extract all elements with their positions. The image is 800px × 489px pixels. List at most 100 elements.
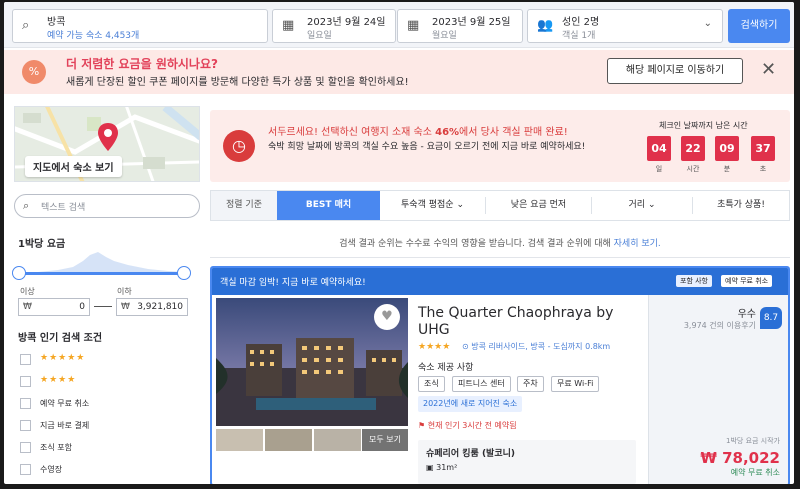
room-offer[interactable]: 슈페리어 킹룸 (발코니) ▣ 31m² <box>418 440 636 484</box>
tab-lowest-price[interactable]: 낮은 요금 먼저 <box>486 191 591 220</box>
facilities-title: 숙소 제공 사항 <box>418 363 474 373</box>
page: ⌕ 방콕 예약 가능 숙소 4,453개 ▦ 2023년 9월 24일 일요일 … <box>4 2 794 484</box>
review-count[interactable]: 3,974 건의 이용후기 <box>684 320 756 331</box>
filter-checkbox-free-cancel[interactable] <box>20 398 31 409</box>
facility-chip-fitness: 피트니스 센터 <box>452 376 511 392</box>
checkout-field[interactable]: ▦ 2023년 9월 25일 월요일 <box>397 9 523 43</box>
currency-symbol: ₩ <box>121 302 130 312</box>
checkout-day: 월요일 <box>432 31 457 41</box>
text-search-input[interactable]: ⌕ 텍스트 검색 <box>14 194 200 218</box>
promo-go-button[interactable]: 해당 페이지로 이동하기 <box>607 58 743 84</box>
search-button[interactable]: 검색하기 <box>728 9 790 43</box>
checkout-date: 2023년 9월 25일 <box>432 17 511 28</box>
tab-distance[interactable]: 거리 ⌄ <box>592 191 692 220</box>
min-price-input[interactable]: ₩ 0 <box>18 298 90 316</box>
room-price[interactable]: ₩ 78,022 <box>700 449 780 467</box>
price-title: 1박당 요금 <box>18 239 66 250</box>
max-label: 이하 <box>117 287 132 296</box>
guests-field[interactable]: 👥 성인 2명 객실 1개 ⌄ <box>527 9 723 43</box>
hotel-name[interactable]: The Quarter Chaophraya by UHG <box>418 305 613 339</box>
min-price-value: 0 <box>79 302 85 312</box>
area-icon: ▣ <box>426 463 437 472</box>
popular-filters-title: 방콕 인기 검색 조건 <box>18 333 103 344</box>
chevron-down-icon: ⌄ <box>703 18 712 29</box>
room-name: 슈페리어 킹룸 (발코니) <box>426 449 516 459</box>
room-size: ▣ 31m² <box>426 463 458 472</box>
four-star-rating: ★★★★ <box>40 375 77 385</box>
ranking-note: 검색 결과 순위는 수수료 수익의 영향을 받습니다. 검색 결과 순위에 대해… <box>339 239 661 249</box>
map-preview[interactable]: 지도에서 숙소 보기 <box>14 106 200 182</box>
price-caption: 1박당 요금 시작가 <box>726 437 780 445</box>
filter-label-pay-now: 지금 바로 결제 <box>40 421 90 430</box>
checkin-day: 일요일 <box>307 31 332 41</box>
filter-checkbox-pool[interactable] <box>20 464 31 475</box>
facility-chip-wifi: 무료 Wi-Fi <box>551 376 600 392</box>
review-grade: 우수 <box>737 309 756 320</box>
coupon-tag-icon: % <box>22 60 46 84</box>
promo-title: 더 저렴한 요금을 원하시나요? <box>66 57 218 71</box>
max-price-input[interactable]: ₩ 3,921,810 <box>116 298 188 316</box>
urgency-text: 숙박 희망 날짜에 방콕의 객실 수요 높음 - 요금이 오르기 전에 지금 바… <box>268 142 586 152</box>
photo-thumbnails: 모두 보기 <box>216 429 408 451</box>
tab-guest-rating[interactable]: 투숙객 평점순 ⌄ <box>380 191 485 220</box>
included-pill: 포함 사항 <box>676 275 712 287</box>
learn-more-link[interactable]: 자세히 보기. <box>614 239 661 249</box>
sort-bar: 정렬 기준 BEST 매치 투숙객 평점순 ⌄ 낮은 요금 먼저 거리 ⌄ 초특… <box>210 190 790 221</box>
five-star-rating: ★★★★★ <box>40 353 86 363</box>
rooms-value: 객실 1개 <box>562 31 596 41</box>
hotel-card-banner: 객실 마감 임박! 지금 바로 예약하세요! 포함 사항 예약 무료 취소 <box>212 268 788 295</box>
hotel-card[interactable]: 객실 마감 임박! 지금 바로 예약하세요! 포함 사항 예약 무료 취소 ♥ … <box>210 266 790 484</box>
alarm-clock-icon: ◷ <box>223 130 255 162</box>
currency-symbol: ₩ <box>23 302 32 312</box>
price-slider-max-handle[interactable] <box>177 266 191 280</box>
calendar-in-icon: ▦ <box>282 18 295 33</box>
destination-field[interactable]: ⌕ 방콕 예약 가능 숙소 4,453개 <box>12 9 268 43</box>
filter-checkbox-pay-now[interactable] <box>20 420 31 431</box>
price-free-cancel: 예약 무료 취소 <box>730 468 780 477</box>
promo-text: 새롭게 단장된 할인 쿠폰 페이지를 방문해 다양한 특가 상품 및 할인을 확… <box>66 77 409 88</box>
filter-checkbox-breakfast[interactable] <box>20 442 31 453</box>
thumbnail-1[interactable] <box>216 429 263 451</box>
filter-checkbox-4star[interactable] <box>20 376 31 387</box>
close-icon[interactable]: ✕ <box>761 58 776 82</box>
people-icon: 👥 <box>537 18 554 33</box>
countdown-seconds-unit: 초 <box>759 165 767 173</box>
favorite-heart-icon[interactable]: ♥ <box>374 304 400 330</box>
sold-out-percent: 46% <box>435 127 460 138</box>
guests-value: 성인 2명 <box>562 17 600 28</box>
view-all-photos-button[interactable]: 모두 보기 <box>362 429 408 451</box>
hotel-main-photo[interactable]: ♥ <box>216 298 408 426</box>
facility-chip-parking: 주차 <box>517 376 544 392</box>
tab-best-match[interactable]: BEST 매치 <box>277 191 380 220</box>
review-score: 8.7 <box>760 307 782 329</box>
countdown-minutes: 09 <box>715 136 739 161</box>
countdown-title: 체크인 날짜까지 남은 시간 <box>659 121 748 130</box>
countdown-seconds: 37 <box>751 136 775 161</box>
hotel-location[interactable]: ⊙ 방콕 리버사이드, 방콕 - 도심까지 0.8km <box>462 341 610 352</box>
price-column: 우수 3,974 건의 이용후기 8.7 1박당 요금 시작가 ₩ 78,022… <box>648 295 788 484</box>
thumbnail-3[interactable] <box>314 429 361 451</box>
checkin-date: 2023년 9월 24일 <box>307 17 386 28</box>
text-search-placeholder: 텍스트 검색 <box>41 203 86 213</box>
popularity-note: ⚑ 현재 인기 3시간 전 예약됨 <box>418 421 517 430</box>
hotel-star-rating: ★★★★ <box>418 342 451 352</box>
filter-label-breakfast: 조식 포함 <box>40 443 72 452</box>
checkin-field[interactable]: ▦ 2023년 9월 24일 일요일 <box>272 9 396 43</box>
countdown-days: 04 <box>647 136 671 161</box>
chevron-down-icon: ⌄ <box>647 200 656 210</box>
countdown-hours: 22 <box>681 136 705 161</box>
urgency-banner-text: 객실 마감 임박! 지금 바로 예약하세요! <box>220 278 366 288</box>
tab-super-deals[interactable]: 초특가 상품! <box>693 191 789 220</box>
destination-value: 방콕 <box>47 17 66 28</box>
max-price-value: 3,921,810 <box>137 302 183 312</box>
search-icon: ⌕ <box>23 199 30 212</box>
filter-checkbox-5star[interactable] <box>20 354 31 365</box>
urgency-banner: ◷ 서두르세요! 선택하신 여행지 소재 숙소 46%에서 당사 객실 판매 완… <box>210 110 790 182</box>
range-dash <box>94 306 112 307</box>
price-slider-track[interactable] <box>19 272 184 275</box>
thumbnail-2[interactable] <box>265 429 312 451</box>
countdown-hours-unit: 시간 <box>686 165 700 173</box>
chevron-down-icon: ⌄ <box>456 200 464 210</box>
map-pin-icon <box>98 123 118 151</box>
price-slider-min-handle[interactable] <box>12 266 26 280</box>
